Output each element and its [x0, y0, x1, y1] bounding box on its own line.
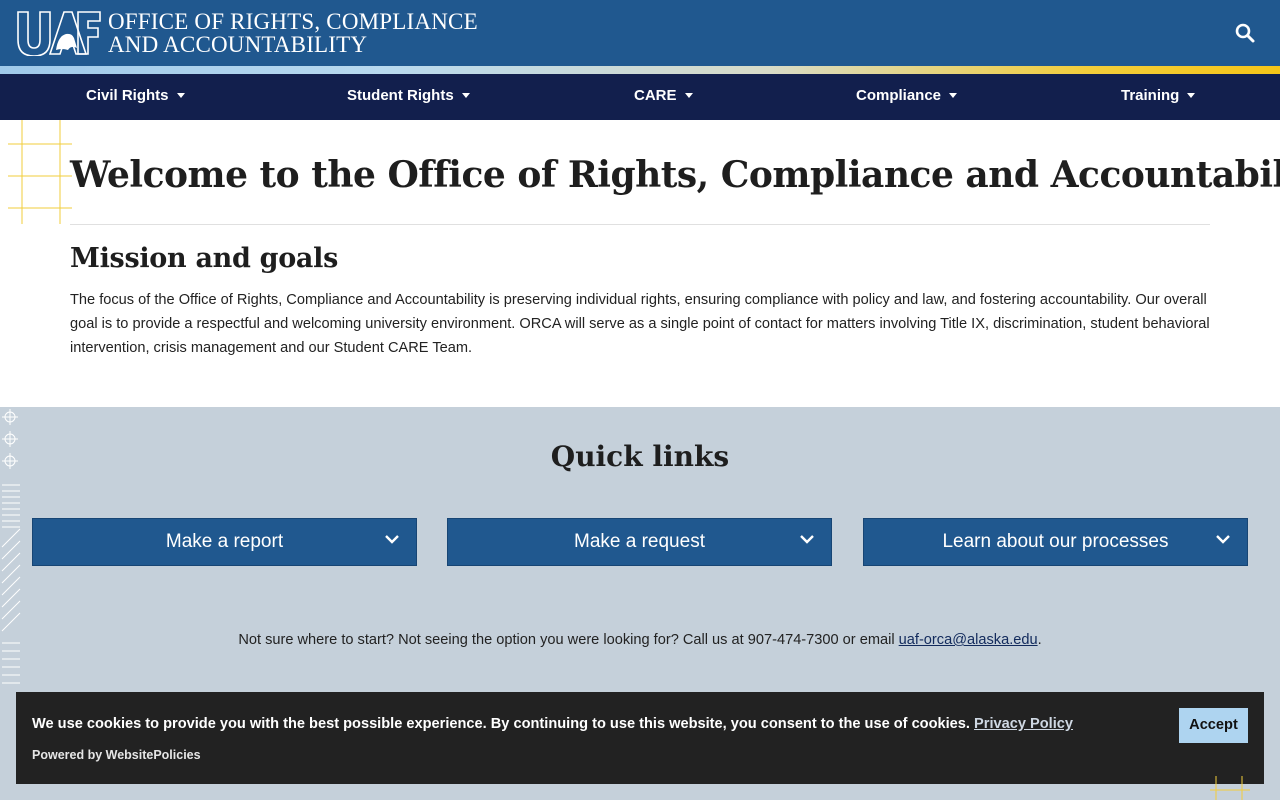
help-text-body: Not sure where to start? Not seeing the … — [238, 632, 899, 648]
chevron-down-icon — [1216, 535, 1230, 544]
caret-down-icon — [1187, 93, 1196, 98]
cookie-banner: We use cookies to provide you with the b… — [16, 692, 1264, 784]
nav-item-label: CARE — [634, 87, 677, 104]
caret-down-icon — [176, 93, 185, 98]
decorative-grid-icon — [1210, 776, 1250, 800]
button-label: Learn about our processes — [942, 531, 1169, 552]
main-nav: Civil Rights Student Rights CARE Complia… — [0, 74, 1280, 120]
cookie-text: We use cookies to provide you with the b… — [32, 716, 975, 732]
site-header: OFFICE OF RIGHTS, COMPLIANCE AND ACCOUNT… — [0, 0, 1280, 66]
quick-links-heading: Quick links — [550, 440, 730, 473]
caret-down-icon — [461, 93, 470, 98]
powered-by-link[interactable]: Powered by WebsitePolicies — [32, 748, 201, 762]
mission-text: The focus of the Office of Rights, Compl… — [70, 292, 1210, 356]
nav-item-care[interactable]: CARE — [634, 74, 693, 120]
nav-item-label: Compliance — [856, 87, 942, 104]
learn-processes-button[interactable]: Learn about our processes — [863, 518, 1248, 566]
nav-item-label: Student Rights — [347, 87, 454, 104]
make-a-report-button[interactable]: Make a report — [32, 518, 417, 566]
nav-item-label: Civil Rights — [86, 87, 169, 104]
nav-item-label: Training — [1121, 87, 1180, 104]
nav-item-training[interactable]: Training — [1121, 74, 1196, 120]
privacy-policy-link[interactable]: Privacy Policy — [974, 716, 1073, 732]
help-text-end: . — [1037, 632, 1042, 648]
site-title-line2: AND ACCOUNTABILITY — [108, 32, 368, 57]
caret-down-icon — [684, 93, 693, 98]
chevron-down-icon — [385, 535, 399, 544]
color-stripe — [0, 66, 1280, 74]
mission-heading: Mission and goals — [70, 243, 338, 274]
site-title[interactable]: OFFICE OF RIGHTS, COMPLIANCE AND ACCOUNT… — [108, 10, 478, 56]
nav-item-civil-rights[interactable]: Civil Rights — [86, 74, 185, 120]
nav-item-compliance[interactable]: Compliance — [856, 74, 958, 120]
cookie-message: We use cookies to provide you with the b… — [32, 716, 1073, 732]
divider — [70, 224, 1210, 225]
accept-cookies-button[interactable]: Accept — [1179, 708, 1248, 743]
search-icon[interactable] — [1234, 22, 1256, 44]
caret-down-icon — [949, 93, 958, 98]
chevron-down-icon — [800, 535, 814, 544]
help-text: Not sure where to start? Not seeing the … — [0, 632, 1280, 648]
email-link[interactable]: uaf-orca@alaska.edu — [899, 632, 1038, 648]
decorative-grid-icon — [8, 120, 72, 224]
make-a-request-button[interactable]: Make a request — [447, 518, 832, 566]
site-title-line1: OFFICE OF RIGHTS, COMPLIANCE — [108, 9, 478, 34]
uaf-logo[interactable] — [16, 10, 102, 56]
nav-item-student-rights[interactable]: Student Rights — [347, 74, 470, 120]
button-label: Make a report — [165, 531, 284, 552]
page-title: Welcome to the Office of Rights, Complia… — [70, 154, 1280, 196]
button-label: Make a request — [574, 531, 705, 552]
